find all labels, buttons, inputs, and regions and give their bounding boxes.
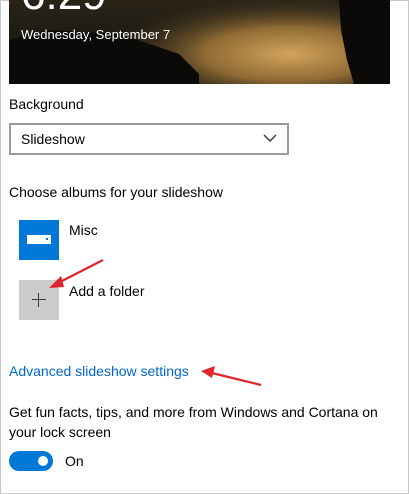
albums-heading: Choose albums for your slideshow bbox=[9, 184, 223, 200]
background-dropdown[interactable]: Slideshow bbox=[9, 123, 289, 155]
toggle-knob bbox=[38, 456, 48, 466]
add-folder-label[interactable]: Add a folder bbox=[69, 283, 145, 299]
folder-icon[interactable] bbox=[19, 220, 59, 260]
chevron-down-icon bbox=[263, 134, 277, 142]
advanced-slideshow-settings-link[interactable]: Advanced slideshow settings bbox=[9, 363, 189, 379]
album-label-misc[interactable]: Misc bbox=[69, 222, 98, 238]
lock-screen-preview: 6:29 Wednesday, September 7 bbox=[9, 0, 390, 84]
fun-facts-toggle-label: On bbox=[65, 453, 84, 469]
fun-facts-toggle[interactable] bbox=[9, 451, 53, 471]
preview-time: 6:29 bbox=[21, 0, 107, 20]
arrow-icon-advanced-settings bbox=[201, 366, 262, 387]
background-label: Background bbox=[9, 96, 84, 112]
preview-date: Wednesday, September 7 bbox=[21, 27, 171, 42]
fun-facts-description: Get fun facts, tips, and more from Windo… bbox=[9, 404, 378, 440]
plus-icon bbox=[32, 299, 46, 300]
add-folder-button[interactable] bbox=[19, 280, 59, 320]
folder-icon-dot bbox=[46, 238, 48, 240]
plus-icon-vertical bbox=[38, 293, 39, 307]
background-dropdown-value: Slideshow bbox=[21, 131, 85, 147]
